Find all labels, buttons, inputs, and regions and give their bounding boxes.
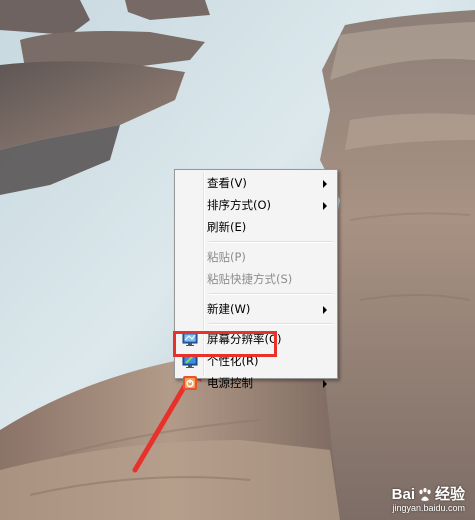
menu-item-label: 查看(V): [207, 176, 247, 190]
baidu-paw-icon: [419, 488, 431, 501]
menu-item-paste: 粘贴(P): [177, 246, 335, 268]
menu-item-new[interactable]: 新建(W): [177, 298, 335, 320]
menu-item-personalize[interactable]: 个性化(R): [177, 350, 335, 372]
menu-item-label: 排序方式(O): [207, 198, 272, 212]
watermark-url: jingyan.baidu.com: [392, 503, 465, 513]
menu-separator: [209, 293, 333, 295]
desktop-context-menu: 查看(V) 排序方式(O) 刷新(E) 粘贴(P) 粘贴快捷方式(S) 新建(W…: [174, 169, 338, 390]
screen-resolution-icon: [182, 332, 198, 346]
submenu-arrow-icon: [323, 180, 327, 188]
menu-separator: [209, 323, 333, 325]
menu-item-label: 刷新(E): [207, 220, 247, 234]
baidu-jingyan-watermark: Bai 经验 jingyan.baidu.com: [392, 487, 465, 514]
watermark-brand-right: 经验: [434, 486, 465, 503]
watermark-brand-left: Bai: [391, 486, 415, 503]
menu-item-paste-shortcut: 粘贴快捷方式(S): [177, 268, 335, 290]
menu-separator: [209, 241, 333, 243]
menu-item-label: 粘贴(P): [207, 250, 246, 264]
menu-item-view[interactable]: 查看(V): [177, 172, 335, 194]
submenu-arrow-icon: [323, 202, 327, 210]
menu-item-label: 粘贴快捷方式(S): [207, 272, 293, 286]
menu-item-label: 电源控制: [207, 376, 253, 390]
menu-item-refresh[interactable]: 刷新(E): [177, 216, 335, 238]
submenu-arrow-icon: [323, 380, 327, 388]
personalize-icon: [182, 354, 198, 368]
power-control-icon: [183, 376, 197, 390]
menu-item-sort-by[interactable]: 排序方式(O): [177, 194, 335, 216]
menu-item-label: 屏幕分辨率(C): [207, 332, 282, 346]
menu-item-label: 个性化(R): [207, 354, 259, 368]
menu-item-power-control[interactable]: 电源控制: [177, 372, 335, 394]
submenu-arrow-icon: [323, 306, 327, 314]
menu-item-label: 新建(W): [207, 302, 251, 316]
menu-item-screen-resolution[interactable]: 屏幕分辨率(C): [177, 328, 335, 350]
